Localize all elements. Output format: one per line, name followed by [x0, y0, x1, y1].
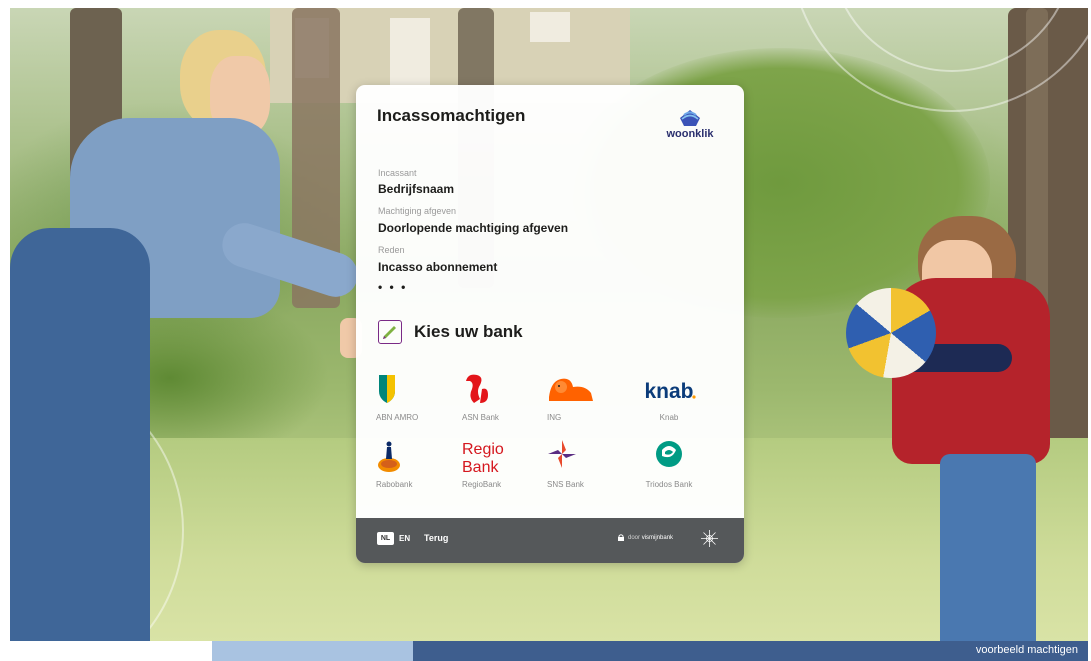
rabobank-figure-icon: [378, 441, 400, 472]
abn-amro-shield-icon: [379, 375, 395, 403]
bank-name: RegioBank: [462, 480, 502, 489]
regiobank-logo-line1: Regio: [462, 441, 504, 458]
bar-segment: voorbeeld machtigen: [413, 641, 1088, 661]
bank-option-rabobank[interactable]: Rabobank: [376, 438, 446, 498]
building-window: [390, 18, 430, 88]
knab-logo-text: knab: [644, 380, 693, 403]
back-link[interactable]: Terug: [424, 532, 448, 545]
bank-name: Triodos Bank: [645, 480, 693, 489]
language-en[interactable]: EN: [399, 532, 410, 545]
field-value-machtiging: Doorlopende machtiging afgeven: [378, 221, 569, 235]
bank-name: ASN Bank: [462, 413, 499, 422]
bank-option-asn[interactable]: ASN Bank: [462, 371, 532, 431]
logo-text: woonklik: [666, 128, 714, 140]
sns-star-icon: [548, 440, 576, 468]
vismijnbank-icon: [701, 530, 718, 547]
knab-logo: knab: [644, 380, 696, 403]
triodos-knot-icon: [656, 441, 682, 467]
bar-segment: [212, 641, 413, 661]
woonklik-house-icon: [680, 110, 700, 126]
bank-option-knab[interactable]: knab Knab: [634, 371, 704, 431]
pencil-check-icon: [378, 320, 402, 344]
woonklik-logo: woonklik: [654, 106, 726, 146]
field-value-reden: Incasso abonnement: [378, 260, 498, 274]
lock-icon: [618, 534, 624, 541]
building-window: [530, 12, 570, 42]
field-label-machtiging: Machtiging afgeven: [378, 206, 457, 216]
bank-name: Knab: [659, 413, 679, 422]
regiobank-logo-line2: Bank: [462, 459, 499, 474]
bottom-bar: voorbeeld machtigen: [10, 641, 1088, 661]
bank-option-regiobank[interactable]: Regio Bank RegioBank: [462, 438, 532, 498]
card-footer: NL EN Terug door vismijnbank: [356, 518, 744, 563]
asn-squirrel-icon: [466, 374, 488, 403]
bank-option-abn-amro[interactable]: ABN AMRO: [376, 371, 446, 431]
bank-name: ABN AMRO: [376, 413, 419, 422]
field-label-reden: Reden: [378, 245, 405, 255]
field-label-incassant: Incassant: [378, 168, 417, 178]
bank-option-sns[interactable]: SNS Bank: [547, 438, 617, 498]
bank-name: ING: [547, 413, 562, 422]
card-title: Incassomachtigen: [377, 106, 526, 125]
mandate-card: Incassomachtigen woonklik Incassant Bedr…: [356, 85, 744, 563]
powered-by-brand: vismijnbank: [641, 535, 674, 541]
bank-option-triodos[interactable]: Triodos Bank: [634, 438, 704, 498]
bank-name: Rabobank: [376, 480, 413, 489]
field-value-incassant: Bedrijfsnaam: [378, 182, 455, 196]
bar-caption: voorbeeld machtigen: [975, 644, 1078, 656]
bank-option-ing[interactable]: ING: [547, 371, 617, 431]
language-nl[interactable]: NL: [377, 532, 394, 545]
powered-by: door vismijnbank: [628, 532, 673, 545]
ing-lion-icon: [549, 378, 593, 401]
more-details-ellipsis[interactable]: • • •: [378, 280, 407, 294]
regiobank-logo: Regio Bank: [462, 441, 504, 474]
choose-bank-text: Kies uw bank: [414, 322, 523, 341]
powered-by-prefix: door: [628, 535, 642, 541]
bank-name: SNS Bank: [547, 480, 584, 489]
bar-segment: [10, 641, 212, 661]
